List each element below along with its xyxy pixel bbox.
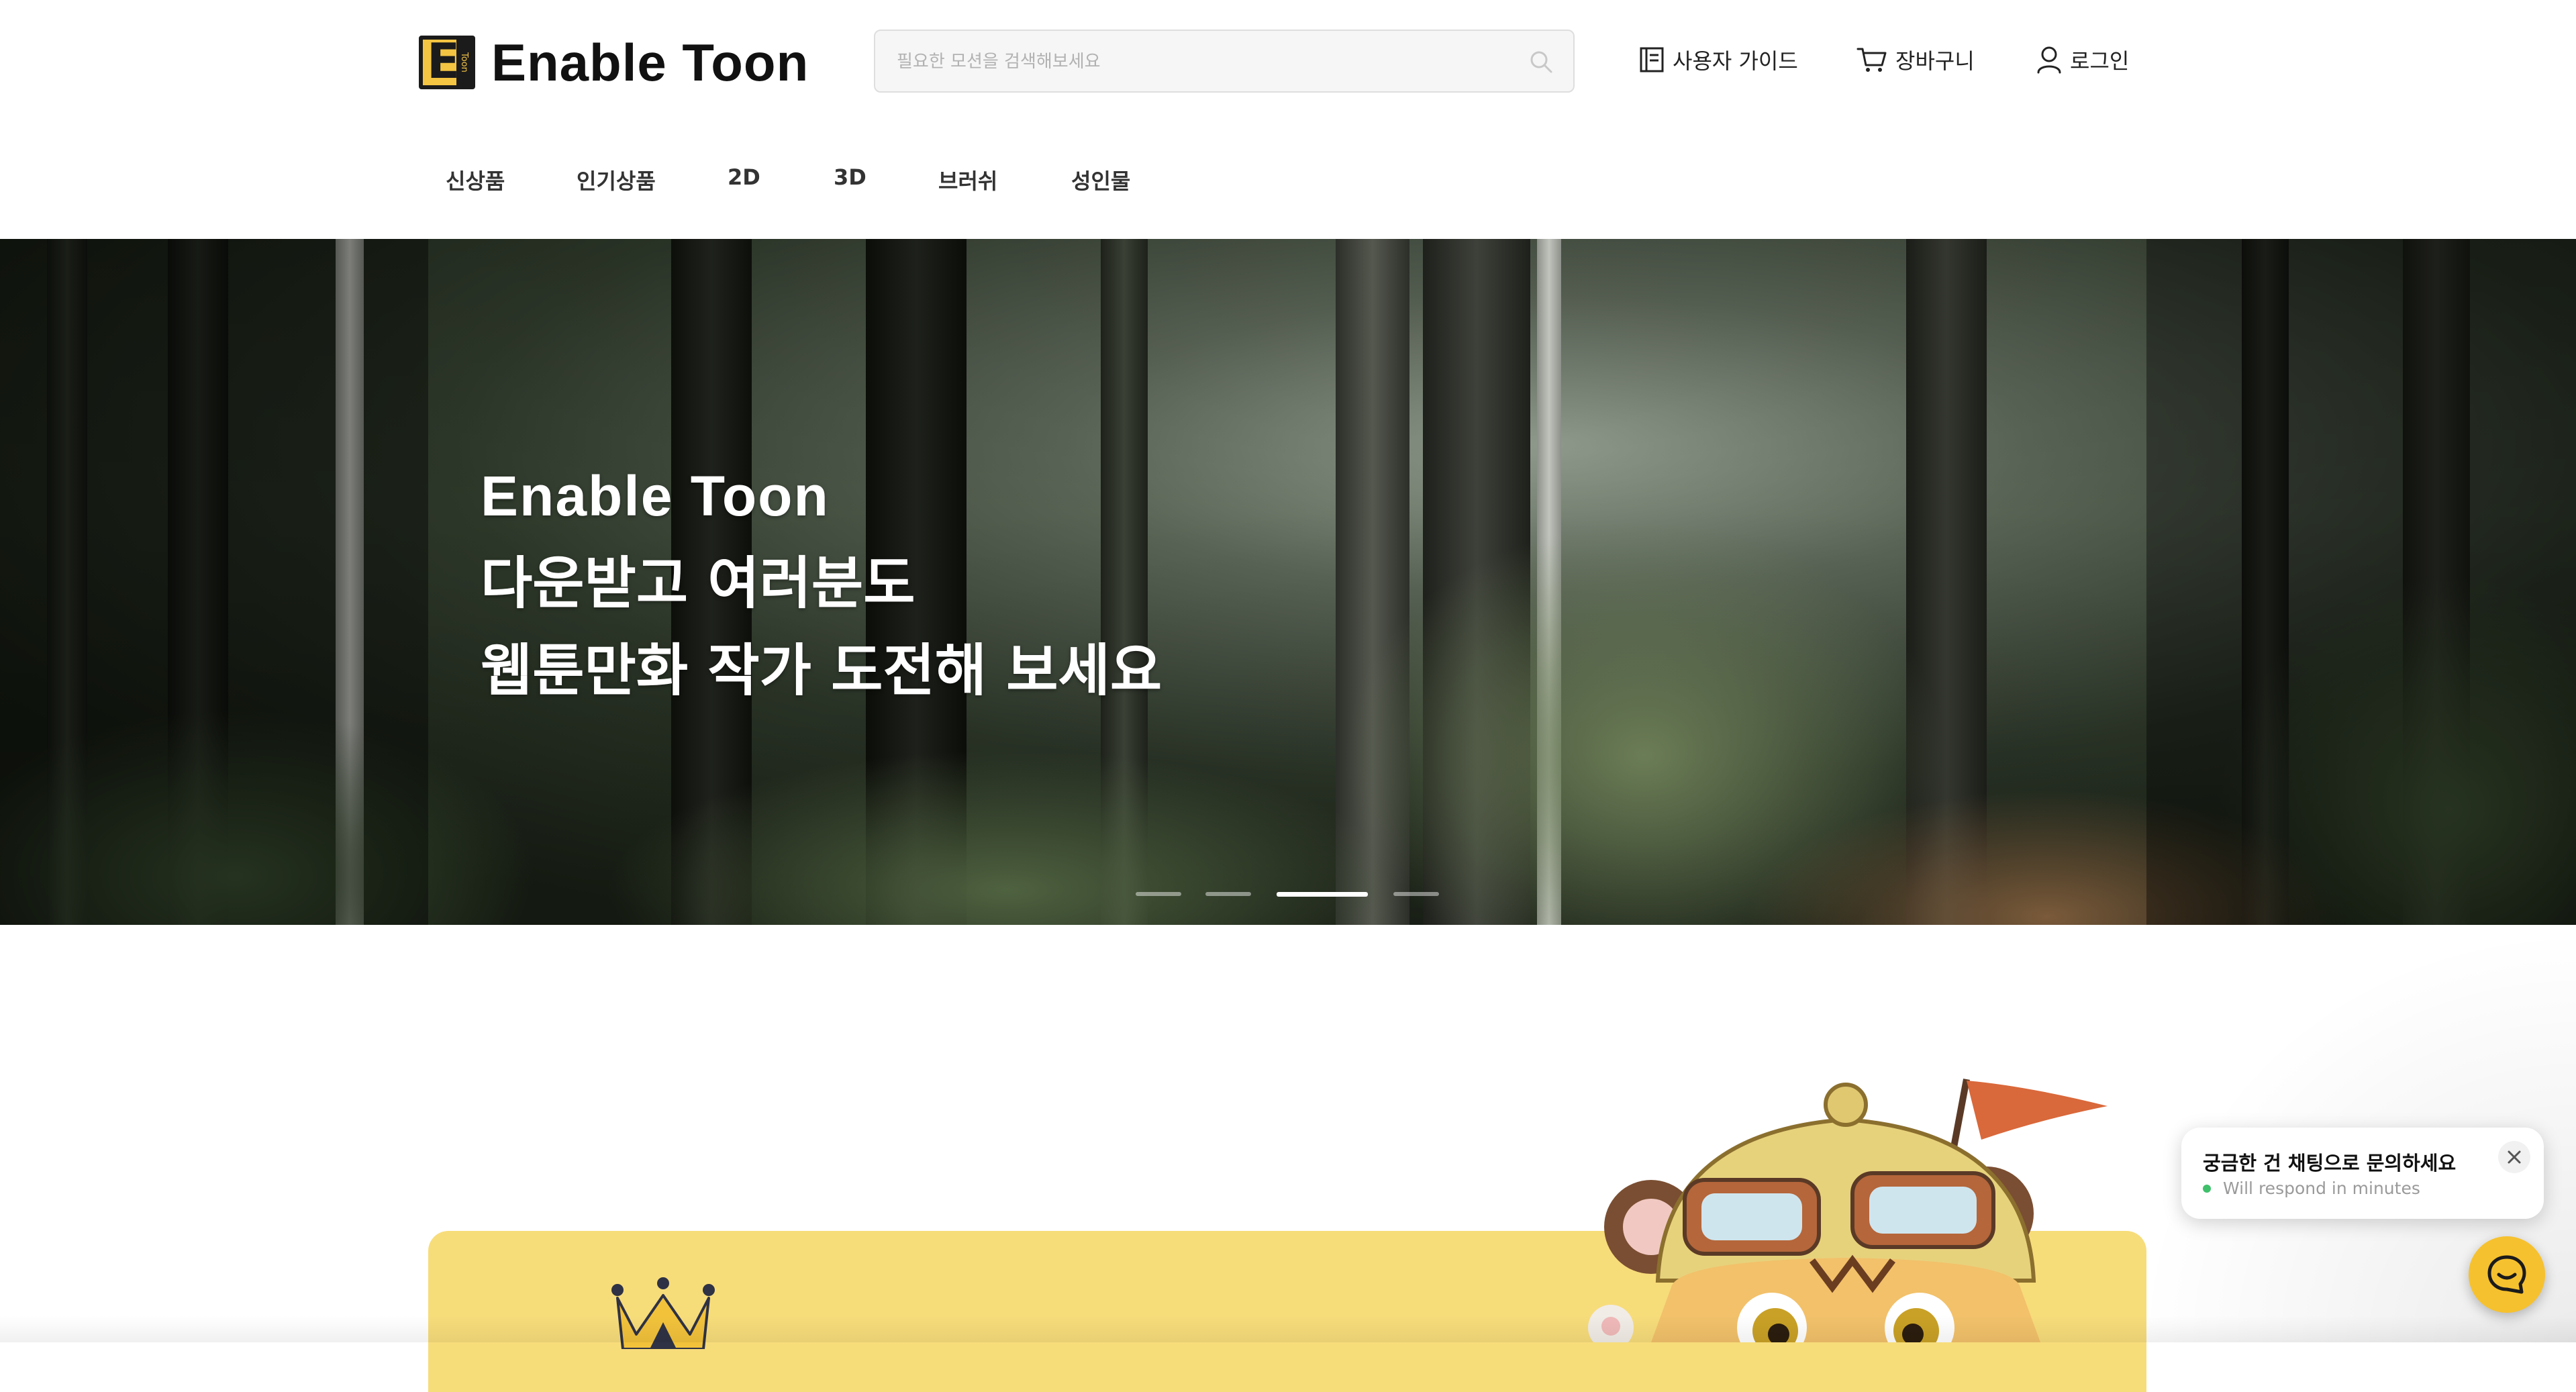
user-guide-link[interactable]: 사용자 가이드	[1639, 44, 1798, 75]
cart-label: 장바구니	[1895, 48, 1975, 74]
chat-status-text: Will respond in minutes	[2223, 1179, 2420, 1198]
logo-mark-letter: E	[427, 33, 460, 89]
cart-link[interactable]: 장바구니	[1856, 44, 1975, 75]
next-slide-peek[interactable]	[2146, 239, 2576, 925]
login-label: 로그인	[2070, 48, 2130, 74]
hero-line-3: 웹툰만화 작가 도전해 보세요	[481, 638, 1162, 703]
close-icon	[2508, 1150, 2521, 1164]
nav-item-3d[interactable]: 3D	[834, 164, 866, 190]
online-status-icon	[2203, 1184, 2211, 1193]
search-input[interactable]	[895, 31, 1502, 93]
hero-line-2: 다운받고 여러분도	[481, 550, 915, 616]
user-icon	[2037, 46, 2061, 74]
login-link[interactable]: 로그인	[2036, 44, 2129, 75]
nav-item-adult[interactable]: 성인물	[1071, 164, 1130, 195]
chat-status: Will respond in minutes	[2203, 1179, 2420, 1198]
brand-name: Enable Toon	[491, 32, 809, 92]
logo-mark-icon: E Toon	[419, 33, 475, 89]
prev-slide-peek[interactable]	[0, 239, 428, 925]
site-header: E Toon Enable Toon 사용자 가이드 장바구니	[0, 0, 2576, 239]
page-bottom-shadow	[0, 1315, 2576, 1342]
nav-item-new[interactable]: 신상품	[446, 164, 505, 195]
hero-line-1: Enable Toon	[481, 464, 830, 528]
carousel-dot[interactable]	[1393, 892, 1439, 896]
brand-logo[interactable]: E Toon Enable Toon	[419, 32, 809, 93]
mascot-illustration	[1588, 1079, 2108, 1342]
nav-item-2d[interactable]: 2D	[728, 164, 760, 190]
logo-mark-sub: Toon	[456, 40, 471, 85]
nav-item-brush[interactable]: 브러쉬	[938, 164, 997, 195]
book-icon	[1640, 47, 1664, 72]
carousel-dot[interactable]	[1136, 892, 1181, 896]
nav-item-popular[interactable]: 인기상품	[577, 164, 656, 195]
carousel-dot-active[interactable]	[1277, 892, 1368, 897]
chat-icon	[2487, 1255, 2526, 1294]
cart-icon	[1856, 48, 1887, 72]
chat-prompt-title: 궁금한 건 채팅으로 문의하세요	[2203, 1152, 2457, 1175]
chat-close-button[interactable]	[2498, 1141, 2530, 1173]
user-guide-label: 사용자 가이드	[1673, 48, 1798, 74]
hero-banner[interactable]: Enable Toon 다운받고 여러분도 웹툰만화 작가 도전해 보세요	[0, 239, 2576, 925]
carousel-dot[interactable]	[1205, 892, 1251, 896]
search-icon[interactable]	[1529, 50, 1553, 74]
chat-prompt-bubble[interactable]: 궁금한 건 채팅으로 문의하세요 Will respond in minutes	[2181, 1128, 2544, 1219]
chat-launcher-button[interactable]	[2469, 1236, 2545, 1313]
search-box	[874, 30, 1575, 93]
hero-headline: Enable Toon 다운받고 여러분도 웹툰만화 작가 도전해 보세요	[481, 452, 1162, 714]
